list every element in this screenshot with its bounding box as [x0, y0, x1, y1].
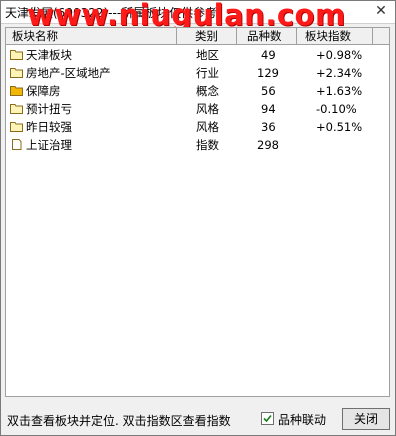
sector-index: +0.51%	[316, 120, 363, 134]
sector-category: 地区	[196, 48, 219, 62]
col-category[interactable]: 类别	[177, 28, 237, 44]
folder-icon	[10, 68, 23, 78]
sector-category: 行业	[196, 66, 219, 80]
sector-index: -0.10%	[316, 102, 357, 116]
sector-category: 风格	[196, 102, 219, 116]
col-count[interactable]: 品种数	[237, 28, 297, 44]
col-sector-name[interactable]: 板块名称	[6, 28, 177, 44]
sector-count: 56	[261, 84, 276, 98]
folder-filled-icon	[10, 86, 23, 96]
sector-name: 保障房	[26, 84, 61, 98]
sector-name: 预计扭亏	[26, 102, 72, 116]
sector-count: 36	[261, 120, 276, 134]
close-button[interactable]: 关闭	[342, 408, 390, 430]
sector-category: 概念	[196, 84, 219, 98]
sector-count: 94	[261, 102, 276, 116]
sector-name: 天津板块	[26, 48, 72, 62]
folder-icon	[10, 50, 23, 60]
table-row[interactable]: 预计扭亏 风格 94 -0.10%	[6, 100, 389, 118]
sector-index: +1.63%	[316, 84, 363, 98]
close-icon[interactable]: ✕	[373, 3, 389, 19]
sector-name: 上证治理	[26, 138, 72, 152]
table-row[interactable]: 保障房 概念 56 +1.63%	[6, 82, 389, 100]
title-bar: 天津发展(600322)---所属板块仅供参考 www.niugulan.com…	[1, 0, 395, 32]
sector-table[interactable]: 板块名称 类别 品种数 板块指数 天津板块 地区 49 +0.98% 房地产-区…	[5, 27, 390, 397]
sector-index: +0.98%	[316, 48, 363, 62]
link-stocks-label[interactable]: 品种联动	[278, 411, 326, 428]
table-row[interactable]: 上证治理 指数 298	[6, 136, 389, 154]
sector-index: +2.34%	[316, 66, 363, 80]
checkmark-icon	[263, 414, 272, 423]
table-row[interactable]: 房地产-区域地产 行业 129 +2.34%	[6, 64, 389, 82]
folder-icon	[10, 122, 23, 132]
col-index[interactable]: 板块指数	[297, 28, 373, 44]
link-stocks-checkbox[interactable]	[261, 412, 274, 425]
document-icon	[12, 139, 22, 150]
hint-text: 双击查看板块并定位. 双击指数区查看指数	[7, 414, 231, 428]
sector-count: 298	[257, 138, 279, 152]
folder-icon	[10, 104, 23, 114]
sector-count: 129	[257, 66, 279, 80]
sector-name: 房地产-区域地产	[26, 66, 111, 80]
sector-name: 昨日较强	[26, 120, 72, 134]
table-row[interactable]: 昨日较强 风格 36 +0.51%	[6, 118, 389, 136]
sector-count: 49	[261, 48, 276, 62]
sector-category: 指数	[196, 138, 219, 152]
sector-category: 风格	[196, 120, 219, 134]
table-header: 板块名称 类别 品种数 板块指数	[6, 28, 389, 45]
sector-dialog: 天津发展(600322)---所属板块仅供参考 www.niugulan.com…	[0, 0, 396, 436]
table-row[interactable]: 天津板块 地区 49 +0.98%	[6, 46, 389, 64]
